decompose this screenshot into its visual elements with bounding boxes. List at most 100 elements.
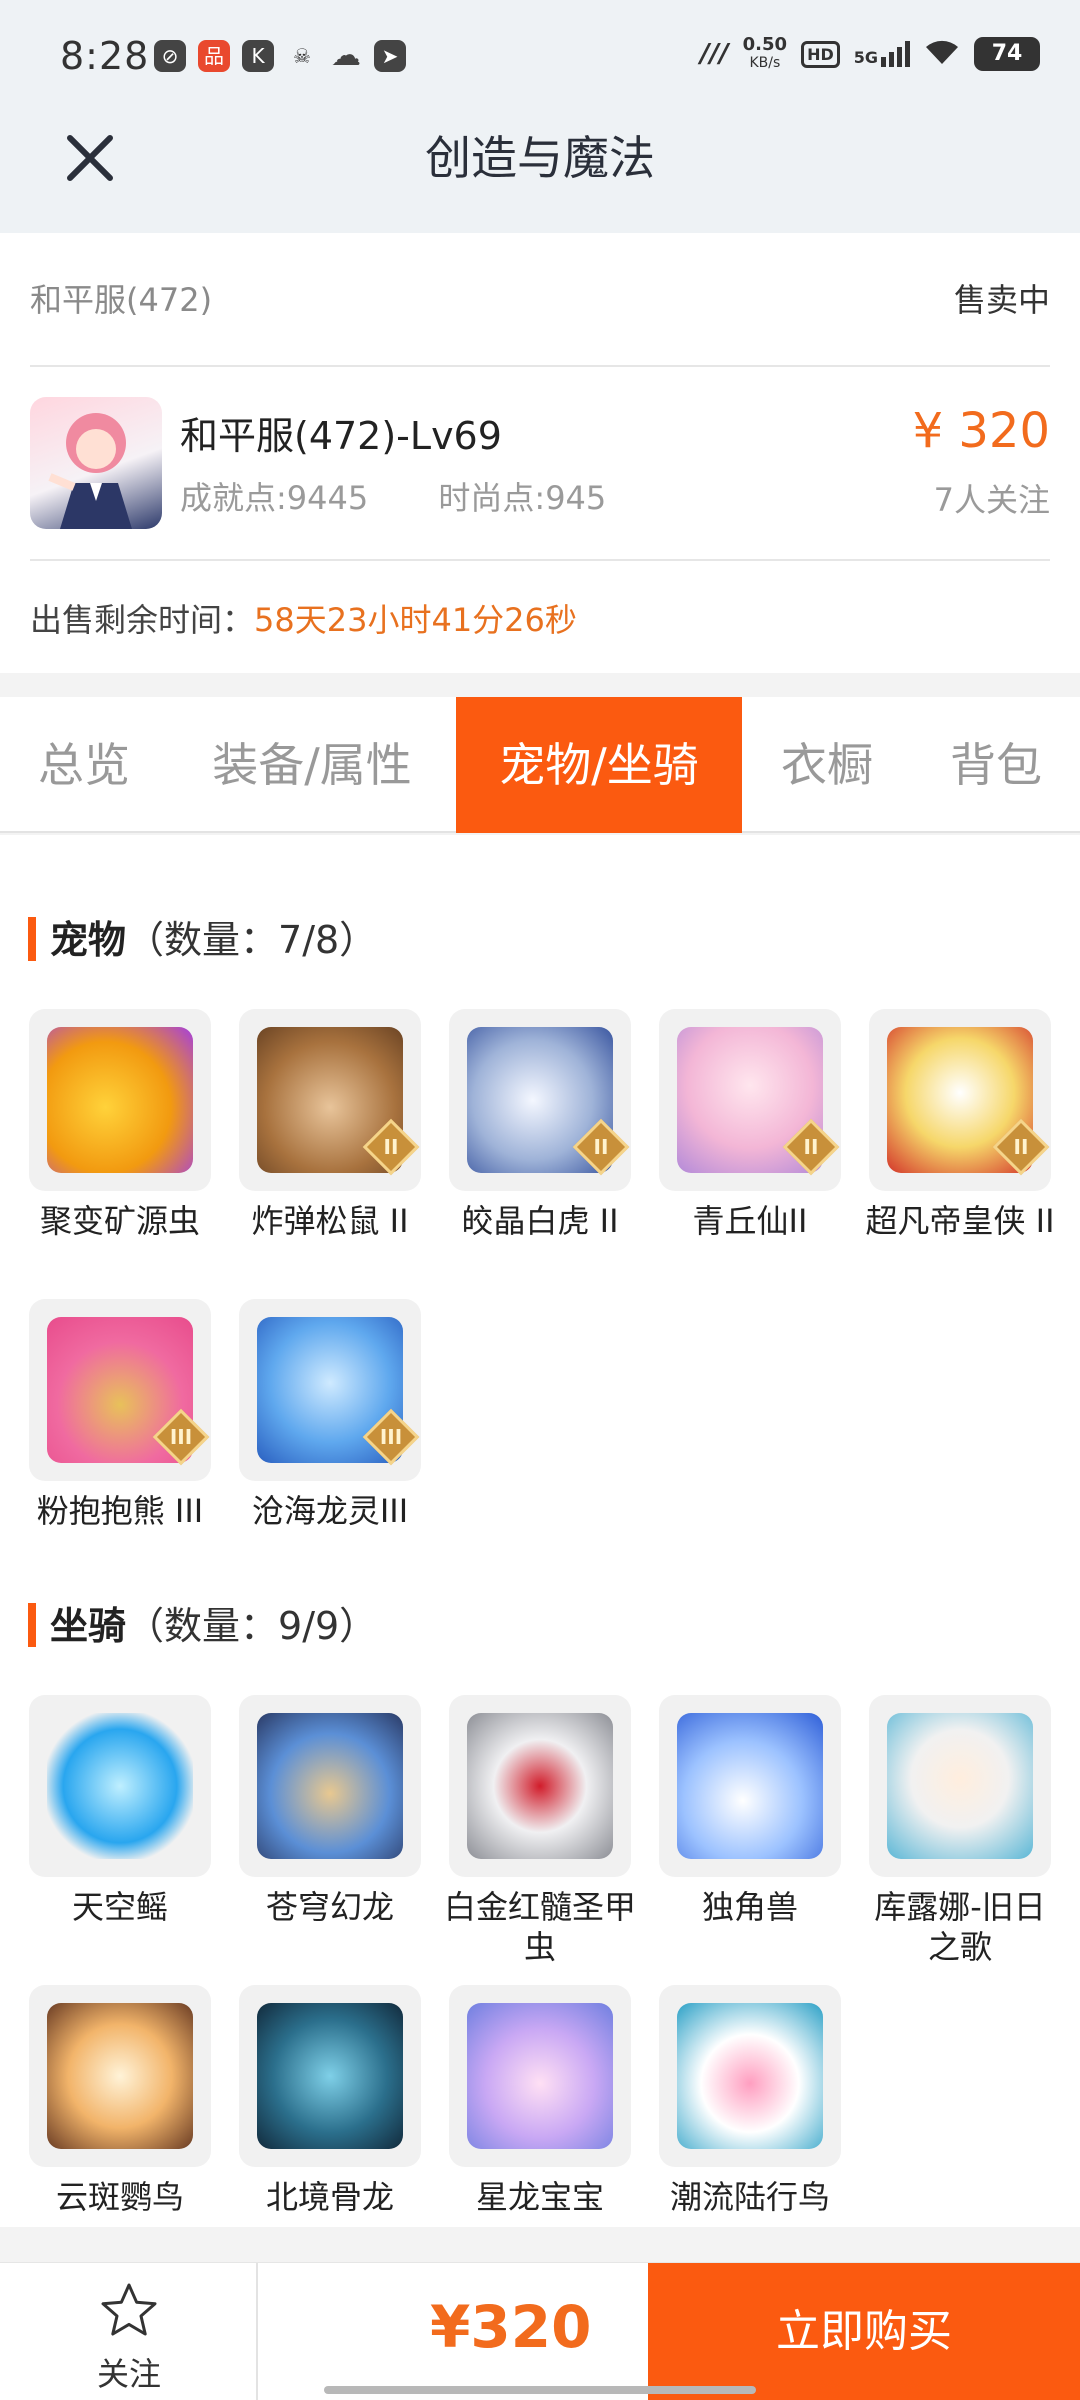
hd-badge: HD bbox=[801, 40, 840, 68]
pet-thumbnail: II bbox=[869, 1009, 1051, 1191]
tab-overview[interactable]: 总览 bbox=[0, 697, 168, 833]
mount-name: 潮流陆行鸟 bbox=[669, 2178, 830, 2216]
tab-equipment[interactable]: 装备/属性 bbox=[168, 697, 456, 833]
pet-name: 聚变矿源虫 bbox=[39, 1202, 200, 1240]
wifi-icon bbox=[924, 38, 960, 70]
pet-name: 皎晶白虎 II bbox=[461, 1202, 619, 1240]
divider bbox=[30, 365, 1050, 367]
achievement-points: 成就点:9445 bbox=[180, 479, 369, 517]
status-time: 8:28 bbox=[60, 34, 150, 78]
mounts-title: 坐骑 bbox=[50, 1604, 127, 1648]
listing-price: ¥ 320 bbox=[912, 403, 1050, 459]
section-marker bbox=[28, 1603, 36, 1647]
mount-name: 库露娜-旧日之歌 bbox=[874, 1888, 1046, 1966]
listing-card: 和平服(472) 售卖中 和平服(472)-Lv69 成就点:9445 时尚点:… bbox=[0, 233, 1080, 673]
follow-button[interactable]: 关注 bbox=[0, 2263, 258, 2400]
tab-backpack[interactable]: 背包 bbox=[912, 697, 1080, 833]
mount-name: 天空鳐 bbox=[71, 1888, 168, 1926]
pet-name: 沧海龙灵III bbox=[251, 1492, 409, 1530]
pets-count: （数量：7/8） bbox=[126, 918, 378, 962]
server-name: 和平服(472) bbox=[30, 281, 213, 319]
tab-wardrobe[interactable]: 衣橱 bbox=[742, 697, 912, 833]
bottom-price: ¥320 bbox=[430, 2293, 592, 2361]
page-title: 创造与魔法 bbox=[425, 131, 655, 185]
net-speed-value: 0.50 bbox=[742, 34, 788, 55]
character-avatar[interactable] bbox=[30, 397, 162, 529]
pet-name: 粉抱抱熊 III bbox=[36, 1492, 204, 1530]
net-speed: 0.50 KB/s bbox=[743, 36, 787, 72]
status-app-icons: ⊘ 品 K ☠ ☁ ➤ bbox=[154, 40, 406, 72]
mount-item[interactable]: 库露娜-旧日之歌 bbox=[860, 1695, 1060, 1967]
star-icon bbox=[101, 2283, 157, 2336]
tab-pets-mounts[interactable]: 宠物/坐骑 bbox=[456, 697, 742, 833]
app-notification-icon: K bbox=[242, 40, 274, 72]
status-right: /// 0.50 KB/s HD 5G 74 bbox=[700, 36, 1040, 72]
sale-status: 售卖中 bbox=[953, 281, 1050, 319]
mounts-count: （数量：9/9） bbox=[126, 1604, 378, 1648]
mount-name: 苍穹幻龙 bbox=[265, 1888, 394, 1926]
pet-item[interactable]: II 皎晶白虎 II bbox=[440, 1009, 640, 1241]
pet-thumbnail: III bbox=[239, 1299, 421, 1481]
mount-name: 星龙宝宝 bbox=[475, 2178, 604, 2216]
mount-item[interactable]: 苍穹幻龙 bbox=[230, 1695, 430, 1927]
section-marker bbox=[28, 917, 36, 961]
mount-name: 白金红髓圣甲虫 bbox=[443, 1888, 636, 1966]
pets-section-title: 宠物（数量：7/8） bbox=[28, 909, 377, 964]
pet-name: 超凡帝皇侠 II bbox=[865, 1202, 1055, 1240]
pet-item[interactable]: II 超凡帝皇侠 II bbox=[860, 1009, 1060, 1241]
mounts-section-title: 坐骑（数量：9/9） bbox=[28, 1595, 377, 1650]
mount-item[interactable]: 北境骨龙 bbox=[230, 1985, 430, 2217]
follower-count: 7人关注 bbox=[933, 481, 1050, 519]
mount-thumbnail bbox=[449, 1695, 631, 1877]
character-name: 和平服(472)-Lv69 bbox=[180, 414, 502, 458]
mount-name: 独角兽 bbox=[701, 1888, 798, 1926]
app-notification-icon: ☠ bbox=[293, 44, 311, 68]
app-notification-icon: ⊘ bbox=[154, 40, 186, 72]
mount-thumbnail bbox=[239, 1985, 421, 2167]
signal-icon: 5G bbox=[854, 41, 910, 67]
pet-item[interactable]: 聚变矿源虫 bbox=[20, 1009, 220, 1241]
pet-name: 炸弹松鼠 II bbox=[251, 1202, 409, 1240]
send-icon: ➤ bbox=[374, 40, 406, 72]
tab-bar: 总览 装备/属性 宠物/坐骑 衣橱 背包 bbox=[0, 697, 1080, 833]
mount-thumbnail bbox=[659, 1985, 841, 2167]
divider bbox=[30, 559, 1050, 561]
pet-thumbnail: III bbox=[29, 1299, 211, 1481]
remaining-label: 出售剩余时间： bbox=[30, 601, 255, 639]
buy-now-button[interactable]: 立即购买 bbox=[648, 2263, 1080, 2400]
status-bar: 8:28 ⊘ 品 K ☠ ☁ ➤ /// 0.50 KB/s HD 5G 74 bbox=[0, 0, 1080, 118]
pet-item[interactable]: II 青丘仙II bbox=[650, 1009, 850, 1241]
remaining-value: 58天23小时41分26秒 bbox=[254, 601, 577, 639]
mount-thumbnail bbox=[239, 1695, 421, 1877]
mount-item[interactable]: 独角兽 bbox=[650, 1695, 850, 1927]
mount-thumbnail bbox=[29, 1985, 211, 2167]
pet-thumbnail bbox=[29, 1009, 211, 1191]
mount-thumbnail bbox=[449, 1985, 631, 2167]
pet-thumbnail: II bbox=[659, 1009, 841, 1191]
character-stats: 成就点:9445 时尚点:945 bbox=[180, 473, 666, 519]
mount-name: 云斑鹦鸟 bbox=[55, 2178, 184, 2216]
mount-item[interactable]: 白金红髓圣甲虫 bbox=[440, 1695, 640, 1967]
mount-thumbnail bbox=[659, 1695, 841, 1877]
top-bar: 8:28 ⊘ 品 K ☠ ☁ ➤ /// 0.50 KB/s HD 5G 74 bbox=[0, 0, 1080, 233]
pet-item[interactable]: III 沧海龙灵III bbox=[230, 1299, 430, 1531]
mount-item[interactable]: 天空鳐 bbox=[20, 1695, 220, 1927]
pet-item[interactable]: III 粉抱抱熊 III bbox=[20, 1299, 220, 1531]
fashion-points: 时尚点:945 bbox=[438, 479, 607, 517]
mount-item[interactable]: 潮流陆行鸟 bbox=[650, 1985, 850, 2217]
home-indicator[interactable] bbox=[324, 2386, 756, 2394]
mount-thumbnail bbox=[29, 1695, 211, 1877]
cloud-icon: ☁ bbox=[331, 38, 361, 73]
mount-thumbnail bbox=[869, 1695, 1051, 1877]
pets-mounts-panel: 宠物（数量：7/8） 聚变矿源虫 II 炸弹松鼠 II II 皎晶白虎 II I… bbox=[0, 835, 1080, 2227]
pet-thumbnail: II bbox=[239, 1009, 421, 1191]
app-notification-icon: 品 bbox=[198, 40, 230, 72]
pets-title: 宠物 bbox=[50, 918, 127, 962]
mount-item[interactable]: 星龙宝宝 bbox=[440, 1985, 640, 2217]
pet-name: 青丘仙II bbox=[692, 1202, 808, 1240]
pet-item[interactable]: II 炸弹松鼠 II bbox=[230, 1009, 430, 1241]
signal-label: 5G bbox=[853, 48, 878, 67]
pet-thumbnail: II bbox=[449, 1009, 631, 1191]
mount-item[interactable]: 云斑鹦鸟 bbox=[20, 1985, 220, 2217]
follow-label: 关注 bbox=[96, 2355, 161, 2393]
